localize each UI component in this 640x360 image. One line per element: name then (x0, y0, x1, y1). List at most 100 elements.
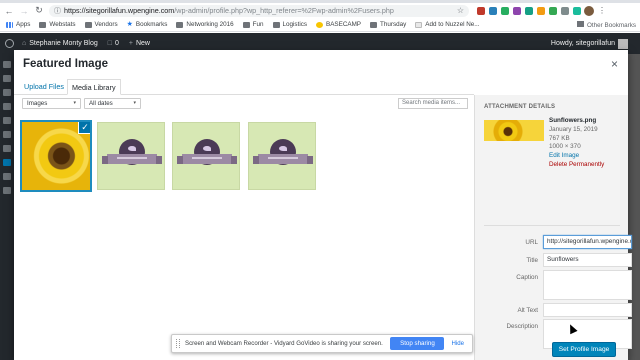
set-profile-image-button[interactable]: Set Profile Image (552, 342, 616, 357)
bookmark-label: Networking 2016 (186, 21, 234, 28)
tab-upload-files[interactable]: Upload Files (20, 79, 68, 95)
bird-icon (128, 146, 136, 151)
hide-link[interactable]: Hide (451, 340, 464, 347)
reload-icon[interactable]: ↻ (33, 5, 45, 17)
attachment-details-sidebar: ATTACHMENT DETAILS Sunflowers.png Januar… (474, 95, 632, 360)
media-icon[interactable] (3, 89, 11, 96)
extension-icon[interactable] (513, 6, 521, 15)
new-label: New (135, 40, 150, 47)
media-type-filter[interactable]: Images ▾ (22, 98, 81, 109)
extension-icon[interactable] (573, 6, 581, 15)
bookmark-label: Bookmarks (135, 21, 168, 28)
extension-icon[interactable] (561, 6, 569, 15)
bookmark-item[interactable]: Apps (6, 21, 30, 28)
extension-icon[interactable] (477, 6, 485, 15)
bird-icon (203, 146, 211, 151)
extension-icon[interactable] (501, 6, 509, 15)
back-arrow-icon[interactable]: ← (3, 5, 15, 17)
bookmark-item[interactable]: Logistics (272, 21, 308, 28)
media-filters: Images ▾ All dates ▾ (22, 98, 141, 109)
attachment-logo-3[interactable] (248, 122, 316, 190)
bookmark-star-icon[interactable]: ☆ (457, 6, 464, 15)
bookmark-label: Thursday (380, 21, 407, 28)
attachment-filename: Sunflowers.png (549, 117, 597, 124)
folder-icon (39, 21, 47, 28)
profile-avatar[interactable] (584, 5, 594, 16)
extension-icon[interactable] (525, 6, 533, 15)
alt-text-field[interactable] (543, 303, 632, 317)
search-input[interactable] (398, 98, 468, 109)
info-icon[interactable]: ⓘ (54, 6, 61, 16)
extension-icon[interactable] (549, 6, 557, 15)
bookmark-label: Fun (252, 21, 264, 28)
screen-share-bar: Screen and Webcam Recorder - Vidyard GoV… (171, 334, 473, 353)
attachment-date: January 15, 2019 (549, 125, 598, 133)
settings-icon[interactable] (3, 187, 11, 194)
attachment-preview (484, 120, 544, 141)
new-content-link[interactable]: + New (129, 40, 150, 47)
bookmark-item[interactable]: Add to Nuzzel Ne... (415, 21, 480, 28)
address-bar[interactable]: ⓘ https://sitegorillafun.wpengine.com/wp… (49, 4, 469, 17)
comments-link[interactable]: □ 0 (108, 40, 119, 47)
wp-admin-menu (0, 54, 14, 360)
attachment-filesize: 767 KB (549, 134, 570, 142)
bookmark-item[interactable]: BASECAMP (316, 21, 361, 28)
attachment-logo-2[interactable] (172, 122, 240, 190)
attachment-sunflowers[interactable]: ✓ (20, 120, 92, 192)
chevron-down-icon: ▾ (73, 100, 76, 106)
close-icon[interactable]: × (611, 57, 618, 71)
caption-field[interactable] (543, 270, 632, 300)
comments-count: 0 (114, 40, 119, 47)
title-field[interactable]: Sunflowers (543, 253, 632, 267)
bookmark-label: BASECAMP (326, 21, 362, 28)
modal-title: Featured Image (23, 58, 108, 70)
home-icon: ⌂ (22, 40, 27, 47)
site-name: Stephanie Monty Blog (29, 40, 98, 47)
pages-icon[interactable] (3, 103, 11, 110)
howdy-text: Howdy, sitegorillafun (550, 40, 615, 47)
edit-image-link[interactable]: Edit Image (549, 152, 604, 161)
folder-icon (242, 21, 250, 28)
appearance-icon[interactable] (3, 131, 11, 138)
bird-icon (279, 146, 287, 151)
wordpress-logo-icon[interactable] (5, 39, 14, 48)
attachment-dimensions: 1000 × 370 (549, 143, 581, 151)
stop-sharing-button[interactable]: Stop sharing (390, 337, 445, 350)
extension-icon[interactable] (537, 6, 545, 15)
comment-bubble-icon: □ (107, 40, 112, 47)
delete-permanently-link[interactable]: Delete Permanently (549, 161, 604, 170)
bookmark-item[interactable]: Webstats (39, 21, 76, 28)
bookmark-label: Add to Nuzzel Ne... (425, 21, 480, 28)
logo-ribbon-text (182, 157, 232, 160)
drag-handle-icon[interactable] (176, 339, 180, 348)
attachment-logo-1[interactable] (97, 122, 165, 190)
tools-icon[interactable] (3, 173, 11, 180)
bookmark-item[interactable]: Vendors (84, 21, 118, 28)
date-filter[interactable]: All dates ▾ (84, 98, 141, 109)
users-icon[interactable] (3, 159, 11, 166)
plugins-icon[interactable] (3, 145, 11, 152)
checkmark-icon[interactable]: ✓ (79, 122, 90, 133)
extension-icon[interactable] (489, 6, 497, 15)
bookmark-label: Logistics (282, 21, 308, 28)
tab-media-library[interactable]: Media Library (67, 79, 121, 95)
bookmarks-bar: Apps Webstats Vendors ★ Bookmarks Networking … (0, 18, 640, 32)
bookmark-item[interactable]: Networking 2016 (176, 21, 234, 28)
date-filter-value: All dates (89, 100, 113, 107)
site-name-link[interactable]: ⌂ Stephanie Monty Blog (22, 40, 98, 47)
browser-toolbar: ← → ↻ ⓘ https://sitegorillafun.wpengine.… (0, 3, 640, 18)
description-label: Description (506, 323, 539, 330)
other-bookmarks[interactable]: Other Bookmarks (577, 20, 636, 29)
bookmark-item[interactable]: Fun (242, 21, 264, 28)
url-field[interactable]: http://sitegorillafun.wpengine.com/ (543, 235, 632, 249)
dashboard-icon[interactable] (3, 61, 11, 68)
comments-icon[interactable] (3, 117, 11, 124)
folder-icon (577, 20, 584, 27)
url-host: https://sitegorillafun.wpengine.com (64, 6, 175, 15)
howdy-user-menu[interactable]: Howdy, sitegorillafun (550, 38, 628, 49)
bookmark-item[interactable]: Thursday (370, 21, 406, 28)
browser-menu-icon[interactable]: ⋮ (598, 6, 606, 15)
bookmark-item[interactable]: ★ Bookmarks (127, 21, 168, 29)
posts-icon[interactable] (3, 75, 11, 82)
forward-arrow-icon[interactable]: → (18, 5, 30, 17)
